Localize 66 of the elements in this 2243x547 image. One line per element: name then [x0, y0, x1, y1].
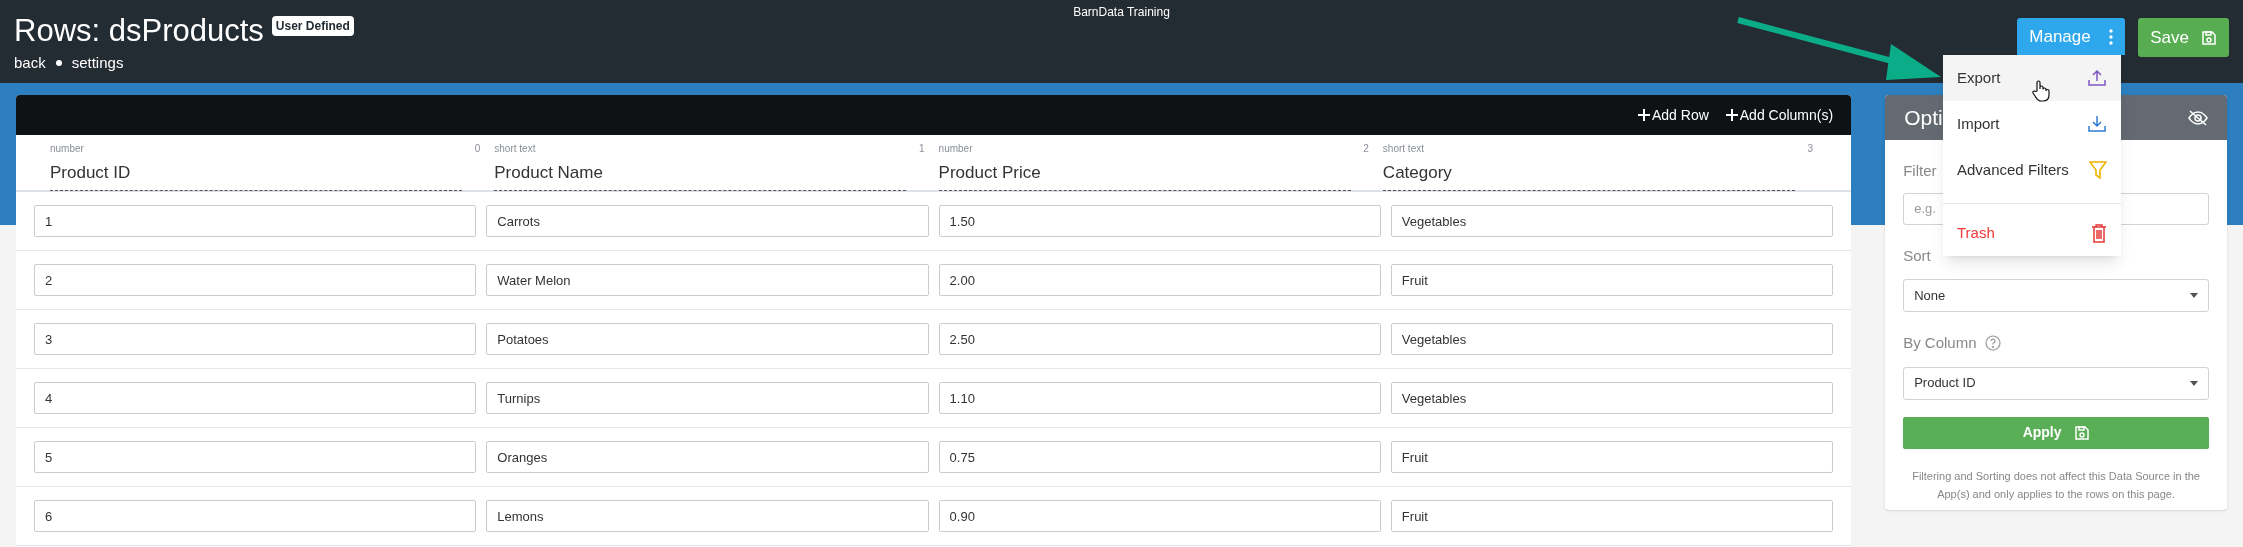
column-index: 1 — [919, 142, 925, 156]
column-name[interactable]: Category — [1382, 160, 1795, 191]
menu-item[interactable]: Advanced Filters — [1943, 147, 2121, 193]
table-cell-field[interactable]: Fruit — [1390, 441, 1834, 473]
caret-down-icon — [2190, 380, 2198, 386]
help-icon[interactable] — [1984, 335, 2001, 352]
select-field[interactable]: None — [1903, 279, 2209, 312]
table-cell-field[interactable]: 2 — [34, 264, 477, 296]
column-type: short text — [1382, 142, 1424, 156]
caret-down-icon — [2190, 293, 2198, 298]
table-cell-field[interactable]: 4 — [34, 382, 477, 414]
table-cell-field[interactable]: Water Melon — [486, 264, 929, 296]
help-note: Filtering and Sorting does not affect this Data Source in the App(s) and only applies to the rows on this page. — [1911, 468, 2201, 502]
hand-pointer-icon — [2032, 80, 2050, 102]
column-type: number — [938, 142, 973, 156]
toolbar-button[interactable]: Add Row — [1637, 104, 1709, 126]
table-cell-field[interactable]: 2.00 — [938, 264, 1381, 296]
table-cell-field[interactable]: Fruit — [1390, 264, 1834, 296]
nav-link[interactable]: settings — [71, 52, 124, 75]
column-type: short text — [494, 142, 536, 156]
table-cell-field[interactable]: Oranges — [486, 441, 929, 473]
column-name[interactable]: Product Name — [494, 160, 907, 191]
field-label: Sort — [1903, 245, 1931, 266]
table-cell-field[interactable]: Vegetables — [1390, 382, 1834, 414]
select-field[interactable]: Product ID — [1903, 366, 2209, 400]
table-cell-field[interactable]: Lemons — [486, 500, 929, 532]
eye-slash-icon[interactable] — [2188, 109, 2208, 126]
filter-icon — [2089, 160, 2107, 180]
column-index: 3 — [1807, 142, 1814, 156]
table-cell-field[interactable]: 5 — [34, 441, 477, 473]
column-index: 2 — [1363, 142, 1369, 156]
trash-icon — [2091, 223, 2107, 243]
menu-item[interactable]: Trash — [1943, 210, 2121, 256]
menu-item[interactable]: Import — [1943, 101, 2121, 147]
column-type: number — [50, 142, 84, 156]
column-name[interactable]: Product Price — [938, 160, 1351, 191]
download-icon — [2087, 114, 2107, 134]
options-title: Opti — [1904, 104, 1943, 131]
column-name[interactable]: Product ID — [50, 160, 462, 191]
table-cell-field[interactable]: 6 — [34, 500, 477, 532]
table-cell-field[interactable]: 0.90 — [938, 500, 1381, 532]
table-cell-field[interactable]: 2.50 — [938, 323, 1381, 355]
upload-icon — [2087, 68, 2107, 88]
app-title: BarnData Training — [1073, 5, 1170, 19]
table-cell-field[interactable]: 0.75 — [938, 441, 1381, 473]
table-cell-field[interactable]: 3 — [34, 323, 477, 355]
more-options-icon — [2108, 28, 2113, 45]
table-cell-field[interactable]: Vegetables — [1390, 323, 1834, 355]
table-cell-field[interactable]: Vegetables — [1390, 205, 1834, 237]
menu-item[interactable]: Export — [1943, 55, 2121, 101]
column-index: 0 — [474, 142, 481, 156]
table-cell-field[interactable]: 1 — [34, 205, 477, 237]
field-label: Filter — [1903, 161, 1937, 181]
field-label: By Column — [1903, 333, 1977, 353]
table-cell-field[interactable]: 1.10 — [938, 382, 1381, 414]
plus-icon — [1725, 109, 1738, 121]
table-cell-field[interactable]: Potatoes — [486, 323, 929, 355]
table-cell-field[interactable]: Carrots — [486, 205, 929, 237]
table-cell-field[interactable]: Turnips — [486, 382, 929, 414]
user-defined-badge: User Defined — [271, 16, 354, 36]
nav-link[interactable]: back — [14, 52, 46, 75]
plus-icon — [1637, 109, 1650, 121]
table-cell-field[interactable]: 1.50 — [938, 205, 1381, 237]
page-title: Rows: dsProducts — [14, 14, 264, 48]
table-cell-field[interactable]: Fruit — [1390, 500, 1834, 532]
toolbar-button[interactable]: Add Column(s) — [1725, 104, 1834, 126]
